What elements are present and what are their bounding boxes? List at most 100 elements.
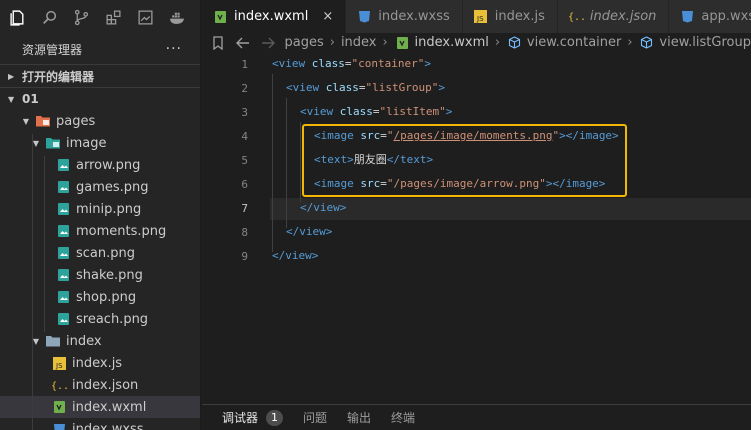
forward-arrow-icon[interactable]	[260, 35, 277, 51]
line-number: 2	[241, 82, 248, 95]
png-file-icon	[54, 223, 72, 239]
code-line: </view>	[272, 246, 318, 266]
json-file-icon: {..}	[50, 377, 68, 393]
tab-output[interactable]: 输出	[347, 409, 371, 426]
line-number: 8	[241, 226, 248, 239]
breadcrumb-item[interactable]: pages	[284, 35, 323, 50]
explorer-icon[interactable]	[6, 6, 29, 29]
breadcrumb-item[interactable]: view.container	[527, 35, 621, 50]
wxml-icon	[212, 9, 228, 25]
close-icon[interactable]: ×	[322, 9, 333, 24]
code-token: </view>	[272, 249, 319, 262]
chevron-right-icon: ▶	[8, 71, 15, 81]
tree-label: minip.png	[76, 201, 142, 217]
code-line: <view class="listGroup">	[286, 78, 445, 98]
tree-indent-guide	[32, 134, 33, 430]
editor-area: index.wxml × index.wxss JS index.js {..} index…	[202, 0, 751, 430]
tree-file-image[interactable]: games.png	[0, 176, 200, 198]
code-line: </view>	[286, 222, 332, 242]
chevron-down-icon: ▼	[8, 94, 15, 104]
tree-file-image[interactable]: sreach.png	[0, 308, 200, 330]
code-editor[interactable]: 1 <view class="container"> 2 <view class="l…	[202, 52, 751, 404]
tab-debugger[interactable]: 调试器 1	[222, 409, 284, 426]
tab-index-wxss[interactable]: index.wxss	[346, 0, 463, 33]
tree-file[interactable]: index.wxml	[0, 396, 200, 418]
breadcrumb-item[interactable]: view.listGroup	[659, 35, 751, 50]
tree-file-image[interactable]: moments.png	[0, 220, 200, 242]
tree-label: pages	[56, 113, 96, 129]
tree-label: shake.png	[76, 267, 143, 283]
tree-file[interactable]: {..} index.json	[0, 374, 200, 396]
tree-folder-image[interactable]: ▼ image	[0, 132, 200, 154]
js-icon: JS	[473, 9, 489, 25]
tree-label: index.wxml	[72, 399, 147, 415]
code-line: <view class="container">	[272, 54, 431, 74]
json-icon: {..}	[568, 9, 584, 25]
panel-tab-label: 输出	[347, 411, 372, 425]
tree-file-image[interactable]: arrow.png	[0, 154, 200, 176]
tab-index-js[interactable]: JS index.js	[462, 0, 558, 33]
image-file-list: arrow.png games.png minip.png moments.png sc…	[0, 154, 200, 330]
breadcrumb: pages › index › index.wxml › view.contai…	[202, 33, 751, 52]
tab-bar: index.wxml × index.wxss JS index.js {..} index…	[202, 0, 751, 33]
code-token: =	[358, 81, 366, 94]
code-token: "listGroup"	[365, 81, 439, 94]
code-token: =	[344, 57, 352, 70]
png-file-icon	[54, 267, 72, 283]
bottom-panel: 调试器 1 问题 输出 终端	[202, 404, 751, 430]
tree-label: scan.png	[76, 245, 136, 261]
line-number: 6	[241, 178, 248, 191]
more-actions-icon[interactable]: ···	[166, 41, 182, 57]
tab-label: index.wxss	[378, 9, 450, 24]
cube-icon	[506, 35, 523, 51]
tab-label: index.json	[589, 9, 657, 24]
breadcrumb-item[interactable]: index.wxml	[415, 35, 489, 50]
back-arrow-icon[interactable]	[235, 35, 252, 51]
tree-label: games.png	[76, 179, 149, 195]
tree-file-image[interactable]: shop.png	[0, 286, 200, 308]
explorer-header: 资源管理器 ···	[0, 34, 200, 64]
search-icon[interactable]	[38, 6, 61, 29]
docker-icon[interactable]	[166, 6, 189, 29]
tab-label: index.js	[494, 9, 545, 24]
tree-label: sreach.png	[76, 311, 149, 327]
file-tree: ▼ pages ▼ image arrow.png games.png minip.…	[0, 110, 200, 430]
source-control-icon[interactable]	[70, 6, 93, 29]
js-file-icon: JS	[50, 355, 68, 371]
code-token: "container"	[351, 57, 425, 70]
tree-label: arrow.png	[76, 157, 141, 173]
tree-file-image[interactable]: scan.png	[0, 242, 200, 264]
tree-label: moments.png	[76, 223, 167, 239]
svg-text:{..}: {..}	[568, 12, 584, 23]
tree-file[interactable]: JS index.js	[0, 352, 200, 374]
bookmark-icon[interactable]	[210, 35, 227, 51]
png-file-icon	[54, 289, 72, 305]
code-token: =	[372, 105, 380, 118]
image-icon[interactable]	[134, 6, 157, 29]
tab-index-wxml[interactable]: index.wxml ×	[202, 0, 347, 33]
tab-terminal[interactable]: 终端	[391, 409, 415, 426]
tree-file-image[interactable]: shake.png	[0, 264, 200, 286]
code-token: </view>	[286, 225, 333, 238]
activity-bar	[0, 0, 200, 34]
indent-guide	[286, 98, 287, 228]
problem-count-badge: 1	[266, 409, 284, 426]
tab-app-wxss[interactable]: app.wxss	[669, 0, 751, 33]
tab-problems[interactable]: 问题	[303, 409, 327, 426]
project-section[interactable]: ▼ 01	[0, 88, 200, 110]
tree-file-image[interactable]: minip.png	[0, 198, 200, 220]
chevron-down-icon: ▼	[32, 336, 40, 346]
tab-index-json[interactable]: {..} index.json	[557, 0, 670, 33]
tree-folder-index[interactable]: ▼ index	[0, 330, 200, 352]
tree-file[interactable]: index.wxss	[0, 418, 200, 430]
folder-icon	[44, 333, 62, 349]
tree-label: shop.png	[76, 289, 137, 305]
css-icon	[356, 9, 372, 25]
extensions-icon[interactable]	[102, 6, 125, 29]
open-editors-section[interactable]: ▶ 打开的编辑器	[0, 65, 200, 87]
code-token: <view	[272, 57, 306, 70]
line-number: 3	[241, 106, 248, 119]
tree-folder-pages[interactable]: ▼ pages	[0, 110, 200, 132]
breadcrumb-item[interactable]: index	[341, 35, 377, 50]
code-token: <view	[286, 81, 320, 94]
